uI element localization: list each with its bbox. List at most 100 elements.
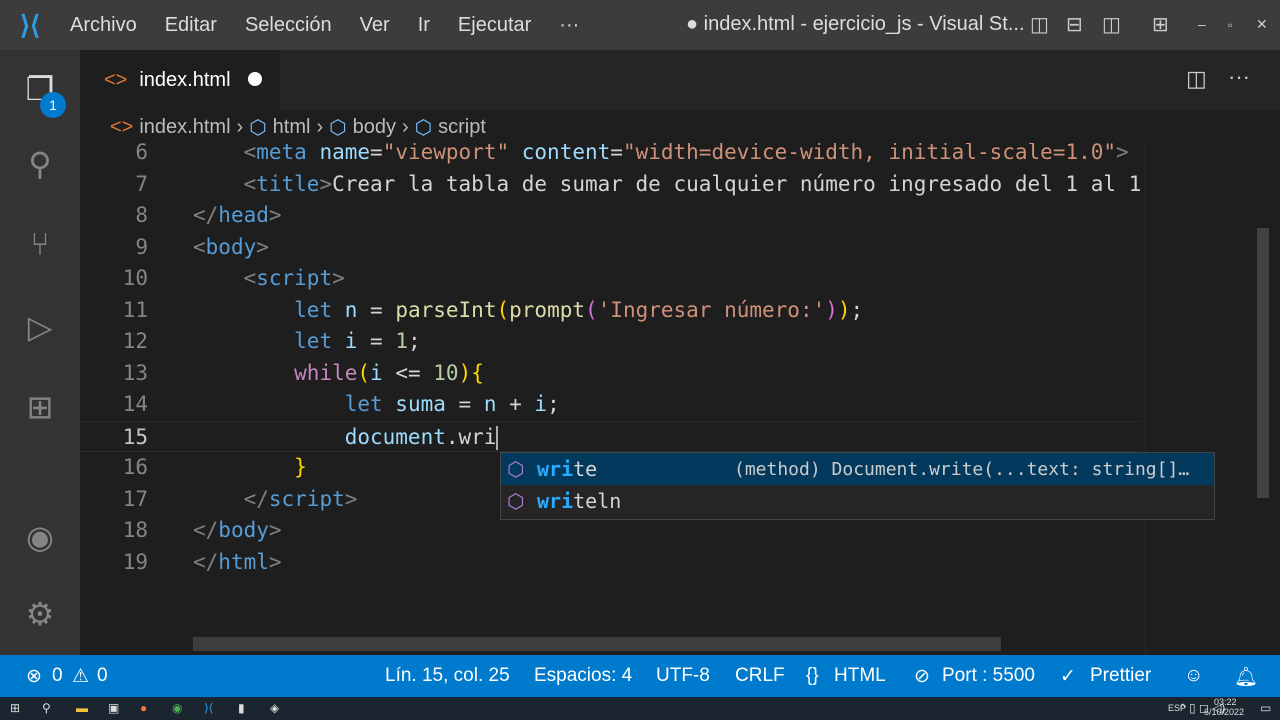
menu-ir[interactable]: Ir — [418, 14, 430, 36]
code-line[interactable]: 10 <script> — [80, 263, 1140, 294]
vscode-logo-icon: ⟩⟨ — [19, 9, 41, 40]
firefox-icon[interactable]: ● — [140, 701, 147, 715]
code-token: > — [268, 518, 282, 542]
menu-ejecutar[interactable]: Ejecutar — [458, 14, 531, 36]
split-editor-icon[interactable]: ◫ — [1186, 66, 1207, 92]
prettier[interactable]: Prettier — [1090, 665, 1151, 687]
code-token: ( — [496, 297, 510, 322]
accounts-icon[interactable]: ◉ — [18, 515, 62, 559]
run-debug-icon[interactable]: ▷ — [18, 305, 62, 349]
customize-layout-icon[interactable]: ⊞ — [1152, 12, 1169, 37]
code-line[interactable]: 7 <title>Crear la tabla de sumar de cual… — [80, 169, 1141, 200]
indentation[interactable]: Espacios: 4 — [534, 665, 632, 687]
menu-archivo[interactable]: Archivo — [70, 14, 137, 36]
line-number: 8 — [135, 203, 148, 227]
clock-date[interactable]: 6/10/2022 — [1204, 707, 1244, 717]
app-icon[interactable]: ◈ — [270, 701, 279, 715]
method-icon: ⬡ — [507, 489, 525, 513]
code-token: ; — [547, 392, 560, 416]
more-actions-icon[interactable]: ··· — [1228, 64, 1250, 90]
minimap[interactable] — [1145, 143, 1275, 655]
code-token: = — [458, 392, 484, 416]
code-token: > — [319, 171, 333, 196]
language-mode[interactable]: HTML — [834, 665, 886, 687]
clock-time[interactable]: 03:22 — [1214, 697, 1237, 707]
warning-count[interactable]: 0 — [97, 665, 108, 687]
file-explorer-icon[interactable]: ▬ — [76, 701, 88, 715]
encoding[interactable]: UTF-8 — [656, 665, 710, 687]
toggle-secondary-sidebar-icon[interactable]: ◫ — [1102, 12, 1121, 37]
code-token: n — [332, 297, 371, 322]
code-token: ) — [837, 297, 851, 322]
code-token: } — [294, 455, 307, 479]
feedback-icon[interactable]: ☺ — [1184, 665, 1203, 687]
error-count[interactable]: 0 — [52, 665, 63, 687]
code-text: while(i <= 10){ — [193, 358, 484, 389]
close-button[interactable]: ✕ — [1256, 16, 1268, 33]
code-line[interactable]: 8 </head> — [80, 200, 1140, 231]
chrome-icon[interactable]: ◉ — [172, 701, 182, 715]
breadcrumb-item[interactable]: html — [273, 116, 311, 139]
warning-icon[interactable]: ⚠ — [72, 665, 89, 688]
chevron-right-icon: › — [316, 116, 324, 138]
store-icon[interactable]: ▣ — [108, 701, 119, 715]
code-line[interactable]: 11 let n = parseInt(prompt('Ingresar núm… — [80, 295, 1140, 326]
notifications-bell-icon[interactable]: 🔔︎ — [1234, 665, 1258, 689]
source-control-icon[interactable]: ⑂ — [18, 222, 62, 266]
action-center-icon[interactable]: ▭ — [1260, 701, 1271, 715]
vscode-taskbar-icon[interactable]: ⟩⟨ — [204, 701, 213, 715]
code-token: title — [256, 171, 320, 196]
code-line[interactable]: 12 let i = 1; — [80, 326, 1140, 357]
code-line[interactable]: 9 <body> — [80, 232, 1140, 263]
breadcrumb-item[interactable]: script — [438, 116, 486, 139]
extensions-icon[interactable]: ⊞ — [18, 385, 62, 429]
code-editor[interactable]: 19 </html> 18 </body> 17 </script> 16 } 15 doc… — [80, 143, 1280, 655]
horizontal-scrollbar[interactable] — [193, 637, 1001, 651]
menu-editar[interactable]: Editar — [165, 14, 217, 36]
minimize-button[interactable]: – — [1198, 16, 1206, 32]
suggestion-writeln[interactable]: ⬡ wri teln — [501, 485, 1214, 517]
toggle-sidebar-icon[interactable]: ◫ — [1030, 12, 1049, 37]
code-token: > — [1116, 143, 1129, 164]
code-token: n — [483, 392, 497, 416]
settings-gear-icon[interactable]: ⚙ — [18, 592, 62, 636]
menu-more[interactable]: ··· — [559, 14, 579, 36]
code-line[interactable]: 15 document.wri — [80, 420, 1140, 452]
breadcrumb-item[interactable]: index.html — [139, 116, 230, 139]
error-icon[interactable]: ⊗ — [26, 665, 42, 688]
search-icon[interactable]: ⚲ — [18, 142, 62, 186]
code-token: </ — [243, 486, 269, 511]
code-token: > — [344, 486, 358, 511]
menu-seleccion[interactable]: Selección — [245, 14, 332, 36]
code-line[interactable]: 13 while(i <= 10){ — [80, 358, 1140, 389]
code-line[interactable]: 14 let suma = n + i; — [80, 389, 1140, 420]
input-language[interactable]: ESP — [1168, 703, 1186, 713]
code-token: name — [306, 143, 371, 164]
code-token: { — [471, 360, 484, 385]
live-server-port[interactable]: Port : 5500 — [942, 665, 1035, 687]
line-ending[interactable]: CRLF — [735, 665, 785, 687]
code-token: head — [218, 203, 269, 227]
breadcrumb-item[interactable]: body — [353, 116, 396, 139]
cursor-position[interactable]: Lín. 15, col. 25 — [385, 665, 510, 687]
suggestion-write[interactable]: ⬡ wri te (method) Document.write(...text:… — [501, 453, 1214, 485]
code-token: = — [370, 329, 396, 353]
code-token: parseInt — [395, 297, 497, 322]
code-line[interactable]: 6 <meta name="viewport" content="width=d… — [80, 143, 1140, 168]
menu-ver[interactable]: Ver — [360, 14, 390, 36]
tab-index-html[interactable]: <> index.html — [80, 50, 280, 110]
html-file-icon: <> — [110, 116, 134, 138]
windows-start-icon[interactable]: ⊞ — [10, 701, 20, 715]
toggle-panel-icon[interactable]: ⊟ — [1066, 12, 1083, 37]
unsaved-dot-icon[interactable] — [248, 72, 262, 86]
maximize-button[interactable]: ▫ — [1228, 18, 1232, 32]
check-icon: ✓ — [1060, 666, 1076, 687]
vertical-scrollbar[interactable] — [1257, 228, 1269, 498]
code-line[interactable]: 19 </html> — [80, 547, 1140, 578]
app-icon[interactable]: ▮ — [238, 701, 245, 715]
search-icon[interactable]: ⚲ — [42, 701, 51, 715]
